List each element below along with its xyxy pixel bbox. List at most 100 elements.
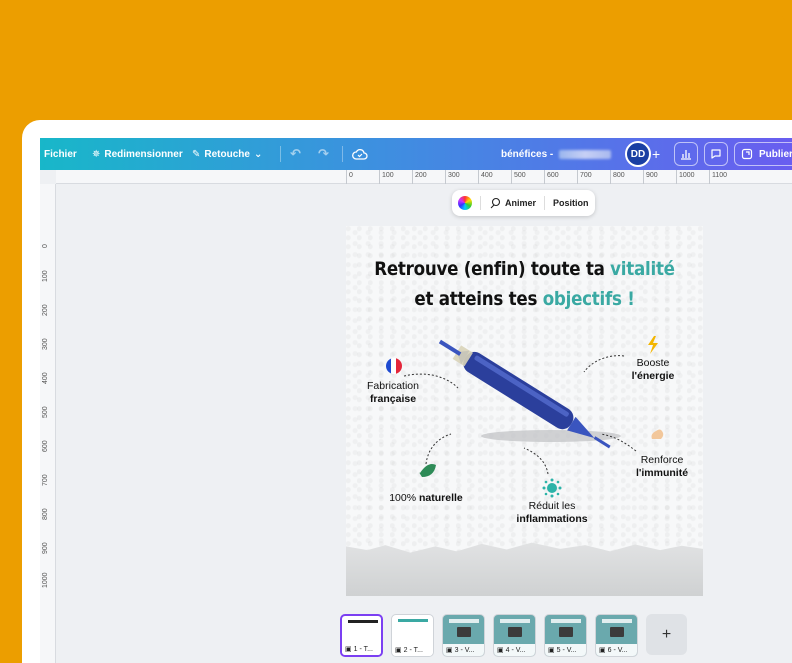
canvas-workspace[interactable]: 0 100 200 300 400 500 600 700 800 900 1000 1100 0 10… — [40, 170, 792, 663]
ruler-label: 0 — [349, 172, 353, 179]
cloud-save-button[interactable] — [352, 148, 368, 160]
thumb-label: ▣ 4 - V... — [494, 644, 535, 656]
feature-text: 100% — [389, 492, 419, 504]
feature-text: Réduit les — [528, 500, 576, 512]
flexed-arm-icon — [651, 429, 664, 439]
ruler-label: 800 — [42, 508, 49, 520]
ruler-tick — [445, 170, 446, 184]
feature-energie: Booste l'énergie — [618, 357, 688, 383]
position-button[interactable]: Position — [553, 198, 589, 208]
thumb-label-text: 3 - V... — [454, 646, 475, 654]
thumb-label-text: 1 - T... — [353, 645, 373, 653]
page-icon: ▣ — [497, 647, 504, 654]
toolbar-divider — [342, 146, 343, 162]
ruler-label: 100 — [42, 270, 49, 282]
page-icon: ▣ — [599, 647, 606, 654]
menu-fichier[interactable]: Fichier — [44, 149, 77, 160]
cloud-check-icon — [352, 148, 368, 160]
ruler-tick — [577, 170, 578, 184]
ctx-divider — [480, 196, 481, 210]
ruler-tick — [544, 170, 545, 184]
page-thumbnail[interactable]: ▣ 6 - V... — [595, 614, 638, 657]
ruler-label: 500 — [514, 172, 526, 179]
thumb-label-text: 4 - V... — [505, 646, 526, 654]
redo-icon: ↷ — [318, 146, 329, 161]
retouche-button[interactable]: ✎ Retouche ⌄ — [192, 149, 262, 160]
ruler-label: 700 — [580, 172, 592, 179]
feature-inflammations: Réduit les inflammations — [504, 500, 600, 526]
ruler-tick — [643, 170, 644, 184]
comment-icon — [711, 149, 721, 159]
ruler-tick — [346, 170, 347, 184]
ruler-label: 300 — [448, 172, 460, 179]
feature-bold: l'immunité — [635, 467, 689, 480]
thumb-label-text: 2 - T... — [403, 646, 423, 654]
add-page-button[interactable]: + — [646, 614, 687, 655]
sparkle-icon: ✵ — [92, 148, 101, 160]
page-thumbnail[interactable]: ▣ 4 - V... — [493, 614, 536, 657]
page-thumbnail[interactable]: ▣ 1 - T... — [340, 614, 383, 657]
ruler-label: 500 — [42, 406, 49, 418]
thumb-label: ▣ 3 - V... — [443, 644, 484, 656]
virus-icon — [542, 478, 562, 498]
publish-label: Publier — [759, 148, 792, 160]
publish-button[interactable]: Publier — [734, 142, 792, 166]
feature-naturelle: 100% naturelle — [376, 492, 476, 505]
feature-fabrication: Fabrication française — [358, 380, 428, 406]
ruler-label: 100 — [382, 172, 394, 179]
top-toolbar: Fichier ✵ Redimensionner ✎ Retouche ⌄ ↶ … — [40, 138, 792, 170]
thumb-label: ▣ 6 - V... — [596, 644, 637, 656]
ruler-label: 300 — [42, 338, 49, 350]
ruler-label: 600 — [547, 172, 559, 179]
ruler-label: 1000 — [42, 572, 49, 588]
editor-window: Fichier ✵ Redimensionner ✎ Retouche ⌄ ↶ … — [22, 120, 792, 663]
insights-button[interactable] — [674, 142, 698, 166]
chevron-down-icon: ⌄ — [253, 148, 263, 160]
page-icon: ▣ — [395, 647, 402, 654]
bar-chart-icon — [681, 150, 691, 160]
undo-button[interactable]: ↶ — [290, 146, 301, 162]
ampoule-illustration — [386, 336, 664, 498]
blurred-title — [559, 149, 612, 159]
feature-bold: française — [369, 393, 417, 406]
page-thumbnail[interactable]: ▣ 3 - V... — [442, 614, 485, 657]
ruler-label: 700 — [42, 474, 49, 486]
thumb-label: ▣ 5 - V... — [545, 644, 586, 656]
thumb-headline — [500, 619, 530, 623]
context-toolbar: Animer Position — [452, 190, 595, 216]
ruler-label: 900 — [42, 542, 49, 554]
color-wheel-icon[interactable] — [458, 196, 472, 210]
avatar[interactable]: DD — [625, 141, 651, 167]
ruler-label: 600 — [42, 440, 49, 452]
france-flag-icon — [386, 358, 402, 374]
ruler-label: 1000 — [679, 172, 695, 179]
publish-icon — [741, 148, 753, 160]
add-collaborator-button[interactable]: + — [652, 146, 660, 162]
page-thumbnail[interactable]: ▣ 5 - V... — [544, 614, 587, 657]
design-canvas[interactable]: Retrouve (enfin) toute ta vitalité et at… — [346, 226, 703, 596]
vertical-ruler: 0 100 200 300 400 500 600 700 800 900 1000 — [40, 184, 56, 663]
animate-label: Animer — [505, 198, 537, 208]
comments-button[interactable] — [704, 142, 728, 166]
ruler-tick — [709, 170, 710, 184]
animate-button[interactable]: Animer — [489, 197, 536, 209]
thumb-image — [559, 627, 573, 637]
resize-button[interactable]: ✵ Redimensionner — [92, 149, 183, 160]
ruler-label: 200 — [42, 304, 49, 316]
horizontal-ruler: 0 100 200 300 400 500 600 700 800 900 1000 1100 — [56, 170, 792, 184]
thumb-image — [610, 627, 624, 637]
document-title[interactable]: bénéfices - — [501, 148, 612, 160]
document-title-text: bénéfices - — [501, 148, 554, 160]
toolbar-divider — [280, 146, 281, 162]
thumb-label-text: 6 - V... — [607, 646, 628, 654]
page-thumbnail[interactable]: ▣ 2 - T... — [391, 614, 434, 657]
redo-button[interactable]: ↷ — [318, 146, 329, 162]
thumb-image — [508, 627, 522, 637]
page-thumbnail-strip: ▣ 1 - T... ▣ 2 - T... ▣ 3 - V... ▣ 4 - V... … — [340, 614, 687, 658]
ruler-label: 200 — [415, 172, 427, 179]
retouche-label: Retouche — [204, 148, 250, 160]
thumb-headline — [398, 619, 428, 622]
feature-text: Fabrication — [367, 380, 419, 392]
feature-immunite: Renforce l'immunité — [624, 454, 700, 480]
feature-bold: l'énergie — [631, 370, 675, 383]
